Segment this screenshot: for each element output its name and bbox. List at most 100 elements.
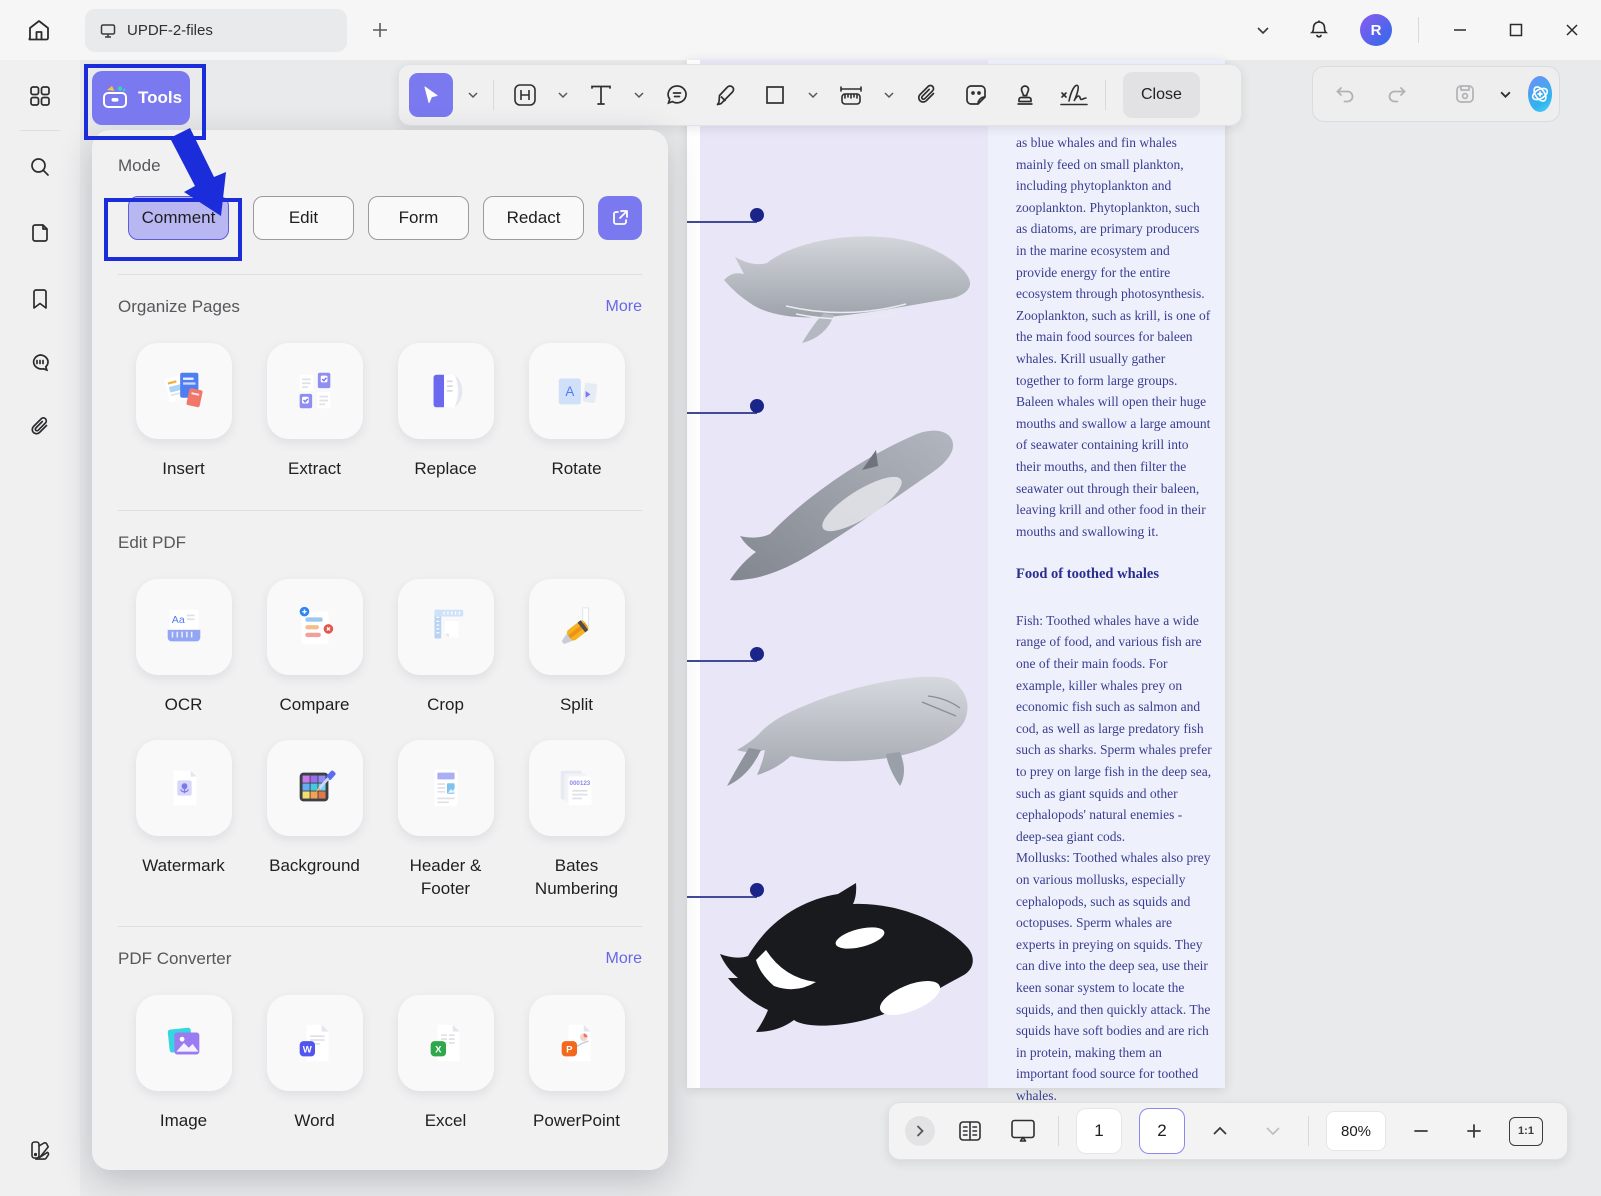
open-in-window-button[interactable] bbox=[598, 196, 642, 240]
svg-text:P: P bbox=[566, 1045, 573, 1056]
measure-icon bbox=[837, 81, 865, 109]
close-toolbar-button[interactable]: Close bbox=[1123, 72, 1200, 118]
sidebar-swatches-button[interactable] bbox=[18, 1128, 62, 1172]
tool-watermark[interactable]: Watermark bbox=[118, 740, 249, 900]
mode-form-button[interactable]: Form bbox=[368, 196, 469, 240]
organize-pages-more-link[interactable]: More bbox=[606, 298, 642, 316]
tab-list-button[interactable] bbox=[1248, 15, 1278, 45]
tool-label: Image bbox=[160, 1109, 207, 1132]
doc-paragraph-1: as blue whales and fin whales mainly fee… bbox=[1016, 132, 1212, 542]
expand-panel-button[interactable] bbox=[905, 1116, 935, 1146]
sticker-button[interactable] bbox=[958, 73, 994, 117]
save-button[interactable] bbox=[1447, 72, 1483, 116]
sidebar-attachments-button[interactable] bbox=[18, 405, 62, 449]
zoom-level-box[interactable]: 80% bbox=[1326, 1111, 1386, 1151]
avatar[interactable]: R bbox=[1360, 14, 1392, 46]
split-icon bbox=[554, 604, 600, 650]
select-tool-button[interactable] bbox=[409, 73, 453, 117]
actual-size-button[interactable]: 1:1 bbox=[1509, 1117, 1543, 1146]
search-icon bbox=[28, 155, 52, 179]
text-tool-icon bbox=[588, 82, 614, 108]
tool-ocr[interactable]: Aa OCR bbox=[118, 579, 249, 716]
tool-label: Word bbox=[294, 1109, 334, 1132]
apps-grid-icon bbox=[28, 84, 52, 108]
heading-tool-button[interactable] bbox=[507, 73, 543, 117]
humpback-whale-image bbox=[716, 218, 978, 350]
history-save-toolbar bbox=[1312, 66, 1560, 122]
annotation-dot[interactable] bbox=[750, 399, 764, 413]
measure-tool-chevron[interactable] bbox=[882, 89, 896, 101]
page-down-button[interactable] bbox=[1255, 1109, 1291, 1153]
new-tab-button[interactable] bbox=[366, 16, 394, 44]
text-tool-button[interactable] bbox=[583, 73, 619, 117]
ocr-icon: Aa bbox=[161, 604, 207, 650]
close-window-button[interactable] bbox=[1557, 15, 1587, 45]
tool-label: Split bbox=[560, 693, 593, 716]
titlebar-divider bbox=[1418, 17, 1419, 43]
page-up-button[interactable] bbox=[1202, 1109, 1238, 1153]
tool-replace[interactable]: Replace bbox=[380, 343, 511, 480]
sidebar-comments-button[interactable] bbox=[18, 341, 62, 385]
minimize-button[interactable] bbox=[1445, 15, 1475, 45]
tool-convert-powerpoint[interactable]: P PowerPoint bbox=[511, 995, 642, 1132]
page-number-1[interactable]: 1 bbox=[1076, 1108, 1122, 1154]
undo-button[interactable] bbox=[1327, 72, 1363, 116]
mode-comment-button[interactable]: Comment bbox=[128, 196, 229, 240]
tool-crop[interactable]: Crop bbox=[380, 579, 511, 716]
sidebar-apps-button[interactable] bbox=[18, 74, 62, 118]
tool-bates-numbering[interactable]: 000123 Bates Numbering bbox=[511, 740, 642, 900]
statusbar-divider bbox=[1308, 1116, 1309, 1146]
shape-tool-chevron[interactable] bbox=[806, 89, 820, 101]
zoom-in-button[interactable] bbox=[1456, 1109, 1492, 1153]
tool-compare[interactable]: Compare bbox=[249, 579, 380, 716]
ai-assistant-button[interactable] bbox=[1528, 76, 1552, 112]
tool-split[interactable]: Split bbox=[511, 579, 642, 716]
mode-redact-button[interactable]: Redact bbox=[483, 196, 584, 240]
heading-tool-chevron[interactable] bbox=[556, 89, 570, 101]
tool-label: Background bbox=[269, 854, 360, 877]
tool-convert-word[interactable]: W Word bbox=[249, 995, 380, 1132]
left-sidebar bbox=[0, 60, 80, 1196]
reading-view-button[interactable] bbox=[952, 1109, 988, 1153]
mode-edit-button[interactable]: Edit bbox=[253, 196, 354, 240]
tool-background[interactable]: Background bbox=[249, 740, 380, 900]
tool-header-footer[interactable]: Header & Footer bbox=[380, 740, 511, 900]
slideshow-button[interactable] bbox=[1005, 1109, 1041, 1153]
tools-button[interactable]: Tools bbox=[92, 71, 190, 125]
tool-rotate[interactable]: A Rotate bbox=[511, 343, 642, 480]
highlighter-button[interactable] bbox=[708, 73, 744, 117]
home-button[interactable] bbox=[16, 7, 62, 53]
text-tool-chevron[interactable] bbox=[632, 89, 646, 101]
pdf-converter-more-link[interactable]: More bbox=[606, 950, 642, 968]
annotation-dot[interactable] bbox=[750, 647, 764, 661]
tool-convert-image[interactable]: Image bbox=[118, 995, 249, 1132]
stamp-button[interactable] bbox=[1007, 73, 1043, 117]
toolbox-icon bbox=[100, 84, 130, 112]
attach-file-button[interactable] bbox=[909, 73, 945, 117]
tool-insert[interactable]: Insert bbox=[118, 343, 249, 480]
bookmark-icon bbox=[29, 288, 51, 310]
note-comment-button[interactable] bbox=[659, 73, 695, 117]
signature-button[interactable] bbox=[1056, 73, 1092, 117]
tool-extract[interactable]: Extract bbox=[249, 343, 380, 480]
shape-tool-button[interactable] bbox=[757, 73, 793, 117]
maximize-button[interactable] bbox=[1501, 15, 1531, 45]
tool-convert-excel[interactable]: X Excel bbox=[380, 995, 511, 1132]
tool-label: Replace bbox=[414, 457, 476, 480]
sidebar-search-button[interactable] bbox=[18, 145, 62, 189]
swatches-icon bbox=[27, 1137, 53, 1163]
sidebar-bookmarks-button[interactable] bbox=[18, 277, 62, 321]
tool-label: PowerPoint bbox=[533, 1109, 620, 1132]
save-options-chevron[interactable] bbox=[1499, 88, 1512, 101]
page-number-2-current[interactable]: 2 bbox=[1139, 1108, 1185, 1154]
measure-tool-button[interactable] bbox=[833, 73, 869, 117]
redo-button[interactable] bbox=[1379, 72, 1415, 116]
select-tool-chevron[interactable] bbox=[466, 89, 480, 101]
document-tab[interactable]: UPDF-2-files bbox=[85, 9, 347, 52]
tab-title: UPDF-2-files bbox=[127, 22, 213, 39]
organize-pages-title: Organize Pages bbox=[118, 297, 240, 317]
toolbar-divider bbox=[493, 80, 494, 110]
zoom-out-button[interactable] bbox=[1403, 1109, 1439, 1153]
sidebar-pages-button[interactable] bbox=[18, 211, 62, 255]
notifications-button[interactable] bbox=[1304, 15, 1334, 45]
